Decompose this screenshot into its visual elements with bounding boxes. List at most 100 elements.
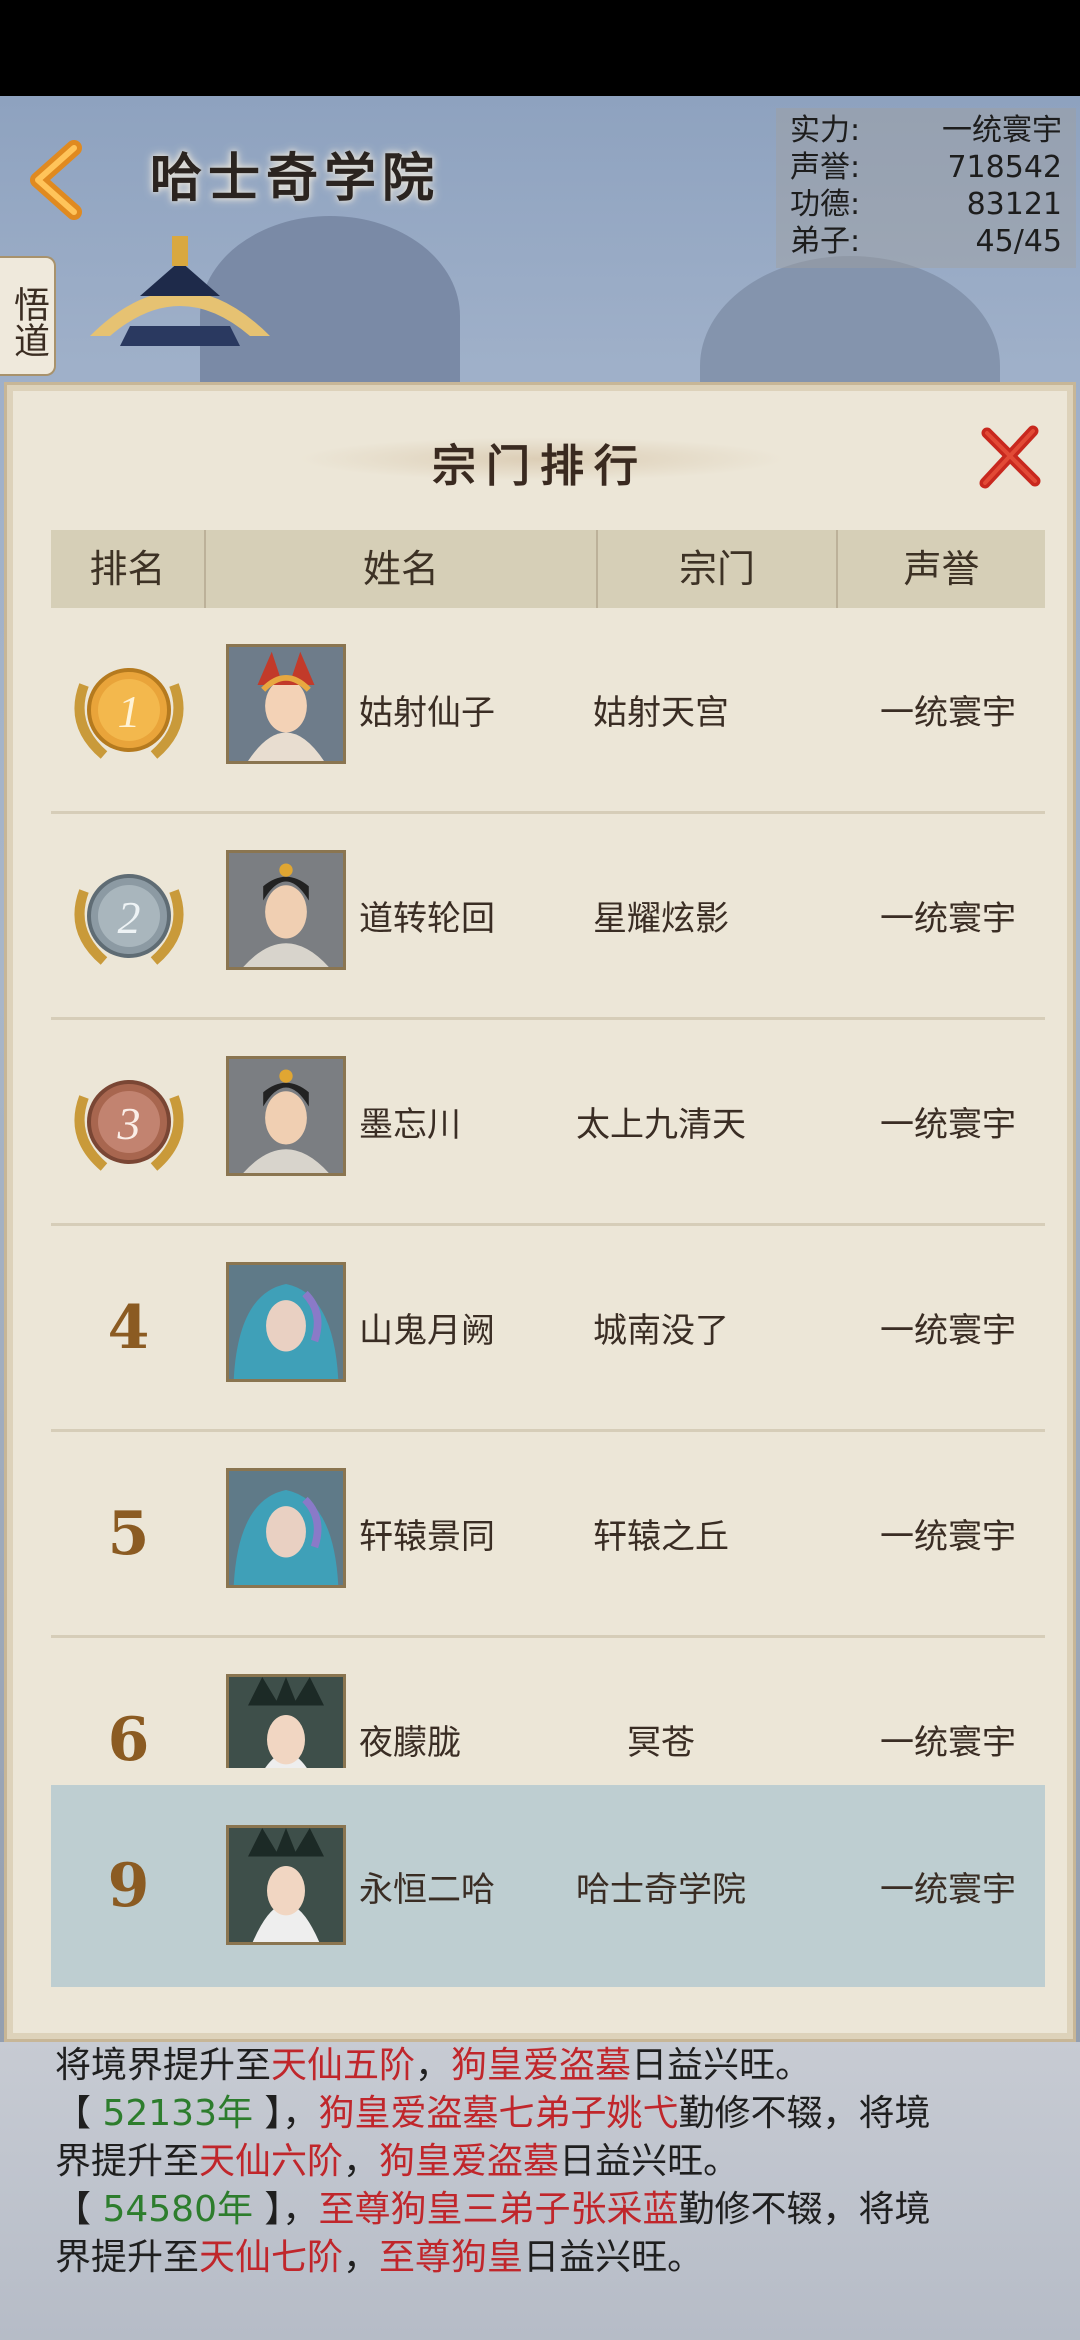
- log-line: 界提升至天仙六阶，狗皇爱盗墓日益兴旺。: [55, 2138, 1030, 2186]
- log-line: 【 54580年 】，至尊狗皇三弟子张采蓝勤修不辍，将境: [55, 2186, 1030, 2234]
- log-text: ，: [343, 2237, 380, 2278]
- table-row[interactable]: 2 道转轮回 星耀炫影 一统寰宇: [51, 814, 1045, 1020]
- fame-level: 一统寰宇: [880, 899, 1016, 939]
- medal-rank-text: 2: [117, 892, 140, 943]
- rank-cell: 4: [51, 1226, 206, 1429]
- stat-strength: 实力: 一统寰宇: [790, 112, 1062, 149]
- medal-rank-text: 3: [116, 1098, 140, 1149]
- stat-fame: 声誉: 718542: [790, 149, 1062, 186]
- rank-cell: 6: [51, 1638, 206, 1769]
- fame-level: 一统寰宇: [880, 1105, 1016, 1145]
- stats-panel: 实力: 一统寰宇 声誉: 718542 功德: 83121 弟子: 45/45: [776, 108, 1076, 268]
- log-text: 】，: [252, 2093, 319, 2134]
- rank-number: 6: [107, 1704, 150, 1769]
- table-row[interactable]: 4 山鬼月阙 城南没了 一统寰宇: [51, 1226, 1045, 1432]
- log-text: 勤修不辍，将境: [678, 2093, 931, 2134]
- dialog-title: 宗门排行: [432, 441, 648, 492]
- log-text: 【: [55, 2093, 103, 2134]
- log-text: 将境界提升至: [55, 2045, 272, 2086]
- table-row[interactable]: 5 轩辕景同 轩辕之丘 一统寰宇: [51, 1432, 1045, 1638]
- log-highlight: 狗皇爱盗墓: [451, 2045, 632, 2086]
- rank-cell: 2: [51, 814, 206, 1017]
- stat-label: 声誉:: [790, 150, 861, 185]
- member-name: 墨忘川: [359, 1105, 461, 1145]
- side-tab-enlightenment[interactable]: 悟道: [0, 256, 56, 376]
- avatar: [226, 1056, 346, 1176]
- rank-number: 5: [107, 1498, 150, 1569]
- stat-value: 83121: [966, 187, 1062, 222]
- sect-name: 太上九清天: [576, 1105, 746, 1145]
- stat-label: 功德:: [790, 187, 861, 222]
- log-text: 勤修不辍，将境: [678, 2189, 931, 2230]
- table-row[interactable]: 1 姑射仙子 姑射天宫 一统寰宇: [51, 608, 1045, 814]
- log-highlight: 天仙七阶: [199, 2237, 344, 2278]
- back-arrow-icon[interactable]: [24, 140, 94, 220]
- log-highlight: 天仙六阶: [199, 2141, 344, 2182]
- sect-name: 城南没了: [593, 1311, 729, 1351]
- stat-merit: 功德: 83121: [790, 186, 1062, 223]
- fame-level: 一统寰宇: [880, 1517, 1016, 1557]
- stat-value: 718542: [947, 150, 1062, 185]
- temple-roof-icon: [90, 236, 270, 346]
- sect-name: 姑射天宫: [593, 693, 729, 733]
- column-header-rank: 排名: [51, 530, 206, 608]
- log-text: 界提升至: [55, 2141, 200, 2182]
- header-banner: 哈士奇学院: [0, 96, 520, 226]
- my-rank-row[interactable]: 9 永恒二哈 哈士奇学院 一统寰宇: [51, 1785, 1045, 1987]
- log-line: 【 52133年 】，狗皇爱盗墓七弟子姚弋勤修不辍，将境: [55, 2090, 1030, 2138]
- member-name: 道转轮回: [359, 899, 495, 939]
- member-name: 山鬼月阙: [359, 1311, 495, 1351]
- stat-label: 弟子:: [790, 224, 861, 259]
- sect-name: 星耀炫影: [593, 899, 729, 939]
- log-text: ，: [415, 2045, 452, 2086]
- log-text: 【: [55, 2189, 103, 2230]
- academy-title: 哈士奇学院: [150, 148, 441, 209]
- avatar: [226, 1674, 346, 1768]
- log-line: 将境界提升至天仙五阶，狗皇爱盗墓日益兴旺。: [55, 2042, 1030, 2090]
- fame-level: 一统寰宇: [880, 693, 1016, 733]
- log-year: 54580年: [102, 2189, 253, 2230]
- event-log: 将境界提升至天仙五阶，狗皇爱盗墓日益兴旺。 【 52133年 】，狗皇爱盗墓七弟…: [0, 2042, 1080, 2340]
- stat-value: 一统寰宇: [942, 113, 1062, 148]
- column-header-name: 姓名: [206, 530, 598, 608]
- log-year: 52133年: [102, 2093, 253, 2134]
- member-name: 夜朦胧: [359, 1723, 461, 1763]
- sect-ranking-dialog: 宗门排行 排名 姓名 宗门 声誉 1 姑射仙子 姑射天宫 一统寰宇 2 道转轮回…: [4, 382, 1076, 2042]
- member-name: 轩辕景同: [359, 1517, 495, 1557]
- sect-name: 哈士奇学院: [576, 1869, 746, 1910]
- table-header: 排名 姓名 宗门 声誉: [51, 530, 1045, 610]
- sect-name: 冥苍: [627, 1723, 695, 1763]
- ranking-list[interactable]: 1 姑射仙子 姑射天宫 一统寰宇 2 道转轮回 星耀炫影 一统寰宇 3 墨忘川 …: [51, 608, 1045, 1768]
- member-name: 姑射仙子: [359, 693, 495, 733]
- close-icon[interactable]: [975, 423, 1045, 493]
- log-text: 日益兴旺。: [631, 2045, 812, 2086]
- fame-level: 一统寰宇: [880, 1869, 1016, 1910]
- log-highlight: 至尊狗皇三弟子张采蓝: [318, 2189, 679, 2230]
- log-text: ，: [343, 2141, 380, 2182]
- avatar: [226, 850, 346, 970]
- log-text: 】，: [252, 2189, 319, 2230]
- sect-name: 轩辕之丘: [593, 1517, 729, 1557]
- table-row[interactable]: 6 夜朦胧 冥苍 一统寰宇: [51, 1638, 1045, 1768]
- log-text: 日益兴旺。: [523, 2237, 704, 2278]
- stat-label: 实力:: [790, 113, 861, 148]
- rank-cell: 1: [51, 608, 206, 811]
- medal-rank-text: 1: [117, 686, 140, 737]
- log-text: 日益兴旺。: [559, 2141, 740, 2182]
- avatar: [226, 1468, 346, 1588]
- log-highlight: 天仙五阶: [271, 2045, 416, 2086]
- avatar: [226, 1262, 346, 1382]
- fame-level: 一统寰宇: [880, 1723, 1016, 1763]
- silver-medal-icon: 2: [74, 873, 183, 965]
- stat-disciples: 弟子: 45/45: [790, 223, 1062, 260]
- rank-number: 4: [107, 1292, 150, 1363]
- member-name: 永恒二哈: [359, 1869, 495, 1910]
- stat-value: 45/45: [975, 224, 1062, 259]
- gold-medal-icon: 1: [74, 667, 183, 759]
- avatar: [226, 1825, 346, 1945]
- column-header-sect: 宗门: [598, 530, 838, 608]
- log-highlight: 狗皇爱盗墓: [379, 2141, 560, 2182]
- rank-cell: 5: [51, 1432, 206, 1635]
- table-row[interactable]: 3 墨忘川 太上九清天 一统寰宇: [51, 1020, 1045, 1226]
- log-text: 界提升至: [55, 2237, 200, 2278]
